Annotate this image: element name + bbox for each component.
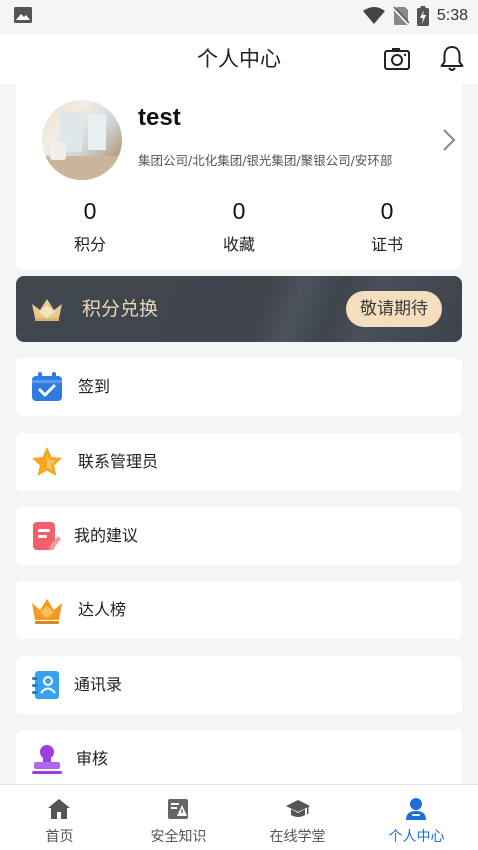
stat-points[interactable]: 0 积分: [40, 198, 140, 255]
menu-item-review[interactable]: 审核: [16, 730, 462, 788]
points-exchange-banner[interactable]: 积分兑换 敬请期待: [16, 276, 462, 342]
battery-charging-icon: [416, 6, 429, 26]
banner-title: 积分兑换: [82, 298, 159, 320]
organization-path: 集团公司/北化集团/银光集团/聚银公司/安环部: [138, 153, 393, 168]
nav-safety-knowledge[interactable]: 安全知识: [119, 785, 238, 850]
nav-label: 个人中心: [388, 829, 445, 845]
notification-bell-icon[interactable]: [438, 44, 466, 72]
chevron-right-icon[interactable]: [442, 128, 456, 152]
menu-item-contacts[interactable]: 通讯录: [16, 656, 462, 714]
stat-value: 0: [232, 198, 246, 224]
stat-favorites[interactable]: 0 收藏: [189, 198, 289, 255]
menu-item-label: 联系管理员: [78, 452, 159, 471]
home-icon: [48, 799, 70, 819]
stat-value: 0: [380, 198, 394, 224]
suggestion-note-icon: [33, 522, 61, 550]
contacts-book-icon: [32, 671, 59, 699]
wifi-icon: [362, 7, 385, 24]
no-sim-icon: [392, 6, 409, 26]
stat-certificates[interactable]: 0 证书: [337, 198, 437, 255]
nav-label: 安全知识: [150, 829, 207, 845]
menu-item-label: 达人榜: [78, 600, 127, 619]
nav-personal-center[interactable]: 个人中心: [357, 785, 476, 850]
calendar-check-icon: [32, 372, 62, 401]
person-icon: [406, 798, 426, 820]
menu-item-label: 通讯录: [74, 675, 123, 694]
profile-card[interactable]: test 集团公司/北化集团/银光集团/聚银公司/安环部 0 积分 0 收藏 0…: [16, 84, 462, 270]
nav-home[interactable]: 首页: [0, 785, 119, 850]
clock: 5:38: [436, 7, 468, 24]
coming-soon-button[interactable]: 敬请期待: [346, 291, 442, 327]
crown-icon: [32, 299, 62, 321]
menu-item-contact-admin[interactable]: 联系管理员: [16, 433, 462, 491]
bottom-navigation: 首页 安全知识 在线学堂 个人中心: [0, 784, 478, 850]
camera-scan-icon[interactable]: [383, 46, 411, 72]
menu-item-label: 签到: [78, 377, 111, 396]
stat-label: 积分: [73, 235, 106, 254]
crown-icon: [32, 599, 62, 624]
nav-online-school[interactable]: 在线学堂: [238, 785, 357, 850]
menu-item-leaderboard[interactable]: 达人榜: [16, 581, 462, 639]
nav-label: 在线学堂: [269, 829, 326, 845]
status-bar: 5:38: [0, 0, 478, 34]
stamp-icon: [32, 745, 62, 774]
menu-item-checkin[interactable]: 签到: [16, 358, 462, 416]
star-icon: [32, 447, 62, 476]
menu-item-suggestions[interactable]: 我的建议: [16, 507, 462, 565]
menu-item-label: 审核: [76, 749, 109, 768]
image-notification-icon: [14, 7, 32, 23]
safety-knowledge-icon: [168, 799, 188, 819]
nav-label: 首页: [45, 829, 74, 845]
stat-label: 证书: [370, 235, 403, 254]
menu-item-label: 我的建议: [74, 526, 139, 545]
stat-label: 收藏: [222, 235, 255, 254]
avatar[interactable]: [42, 100, 122, 180]
app-header: 个人中心: [0, 34, 478, 84]
username: test: [138, 104, 181, 131]
status-indicators: 5:38: [362, 5, 468, 27]
stat-value: 0: [83, 198, 97, 224]
graduation-cap-icon: [286, 800, 310, 817]
